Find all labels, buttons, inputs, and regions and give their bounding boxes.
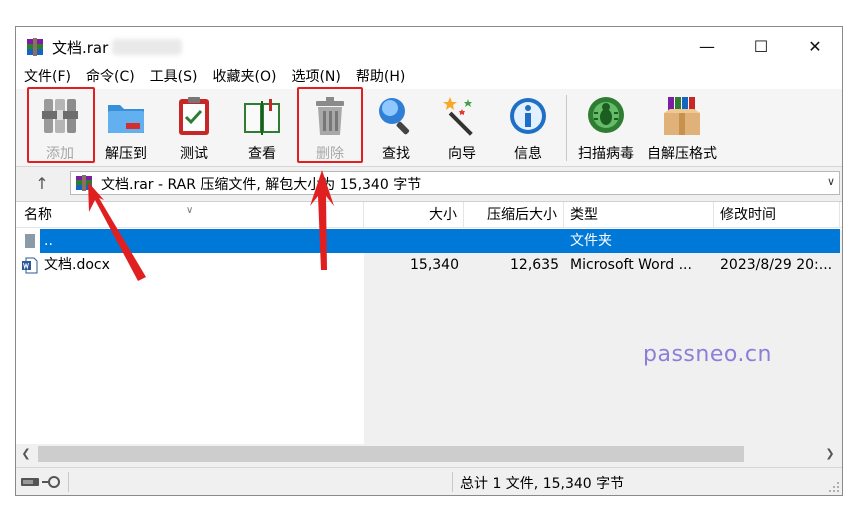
row-modified: 2023/8/29 20:...	[720, 257, 833, 273]
maximize-button[interactable]: ☐	[734, 27, 788, 65]
column-size[interactable]: 大小	[364, 202, 464, 228]
column-name[interactable]: 名称 ∨	[16, 202, 364, 228]
delete-highlight-box	[297, 87, 363, 163]
toolbar: 添加 解压到 测试 查看 删除 查找 向导 信息 扫描病毒 自解压格式	[16, 87, 842, 167]
view-button[interactable]: 查看	[230, 93, 294, 163]
scan-virus-button[interactable]: 扫描病毒	[574, 93, 638, 163]
info-label: 信息	[514, 146, 542, 162]
column-type[interactable]: 类型	[564, 202, 714, 228]
menu-file[interactable]: 文件(F)	[24, 65, 79, 89]
info-button[interactable]: 信息	[496, 93, 560, 163]
column-modified[interactable]: 修改时间	[714, 202, 840, 228]
menu-bar: 文件(F) 命令(C) 工具(S) 收藏夹(O) 选项(N) 帮助(H)	[16, 65, 842, 89]
parent-folder-icon	[25, 234, 35, 248]
find-button[interactable]: 查找	[364, 93, 428, 163]
drive-key-icons	[21, 476, 60, 488]
magic-wand-icon	[443, 97, 473, 136]
status-bar: 总计 1 文件, 15,340 字节	[16, 467, 842, 495]
open-book-icon	[244, 99, 280, 135]
title-bar: 文档.rar — ☐ ✕	[16, 27, 842, 65]
rar-archive-icon	[76, 175, 92, 191]
horizontal-scrollbar[interactable]: ❮ ❯	[16, 444, 842, 464]
column-packed[interactable]: 压缩后大小	[464, 202, 564, 228]
column-header: 名称 ∨ 大小 压缩后大小 类型 修改时间	[16, 202, 842, 228]
menu-options[interactable]: 选项(N)	[291, 65, 348, 89]
scroll-left-icon[interactable]: ❮	[18, 446, 34, 462]
add-highlight-box	[27, 87, 95, 163]
scroll-right-icon[interactable]: ❯	[822, 446, 838, 462]
info-icon	[510, 98, 546, 134]
winrar-window: 文档.rar — ☐ ✕ 文件(F) 命令(C) 工具(S) 收藏夹(O) 选项…	[15, 26, 843, 496]
up-folder-button[interactable]: ↑	[26, 172, 58, 194]
watermark: passneo.cn	[643, 342, 772, 367]
file-list: 名称 ∨ 大小 压缩后大小 类型 修改时间 .. 文件夹 文档.docx 15,…	[16, 201, 842, 445]
menu-help[interactable]: 帮助(H)	[356, 65, 413, 89]
table-row[interactable]: .. 文件夹	[40, 229, 840, 253]
address-text: 文档.rar - RAR 压缩文件, 解包大小为 15,340 字节	[101, 177, 422, 193]
row-packed: 12,635	[510, 257, 559, 273]
sfx-box-icon	[664, 97, 700, 135]
status-summary: 总计 1 文件, 15,340 字节	[460, 476, 625, 492]
test-button[interactable]: 测试	[162, 93, 226, 163]
sfx-button[interactable]: 自解压格式	[647, 93, 717, 163]
table-row[interactable]: 文档.docx 15,340 12,635 Microsoft Word ...…	[16, 253, 842, 277]
blurred-title-region	[112, 39, 182, 55]
row-type: Microsoft Word ...	[570, 257, 692, 273]
extract-to-button[interactable]: 解压到	[94, 93, 158, 163]
virus-scan-icon	[588, 97, 624, 133]
row-name: ..	[44, 233, 53, 249]
wizard-button[interactable]: 向导	[430, 93, 494, 163]
chevron-down-icon[interactable]: ∨	[827, 175, 835, 188]
row-size: 15,340	[410, 257, 459, 273]
menu-favorites[interactable]: 收藏夹(O)	[213, 65, 285, 89]
scan-virus-label: 扫描病毒	[578, 146, 634, 162]
address-bar[interactable]: 文档.rar - RAR 压缩文件, 解包大小为 15,340 字节 ∨	[70, 171, 840, 195]
address-row: ↑ 文档.rar - RAR 压缩文件, 解包大小为 15,340 字节 ∨	[16, 168, 842, 198]
row-name: 文档.docx	[44, 257, 110, 273]
sfx-label: 自解压格式	[647, 146, 717, 162]
sort-chevron-icon: ∨	[186, 205, 194, 216]
clipboard-check-icon	[179, 97, 209, 135]
magnifier-icon	[379, 98, 410, 135]
close-button[interactable]: ✕	[788, 27, 842, 65]
minimize-button[interactable]: —	[680, 27, 734, 65]
winrar-app-icon	[27, 38, 43, 56]
row-type: 文件夹	[570, 233, 612, 249]
menu-tools[interactable]: 工具(S)	[150, 65, 206, 89]
window-title: 文档.rar	[52, 39, 109, 57]
resize-grip-icon[interactable]	[828, 481, 840, 493]
folder-extract-icon	[108, 105, 144, 133]
scrollbar-thumb[interactable]	[38, 446, 744, 462]
menu-commands[interactable]: 命令(C)	[86, 65, 143, 89]
word-document-icon	[22, 257, 38, 274]
